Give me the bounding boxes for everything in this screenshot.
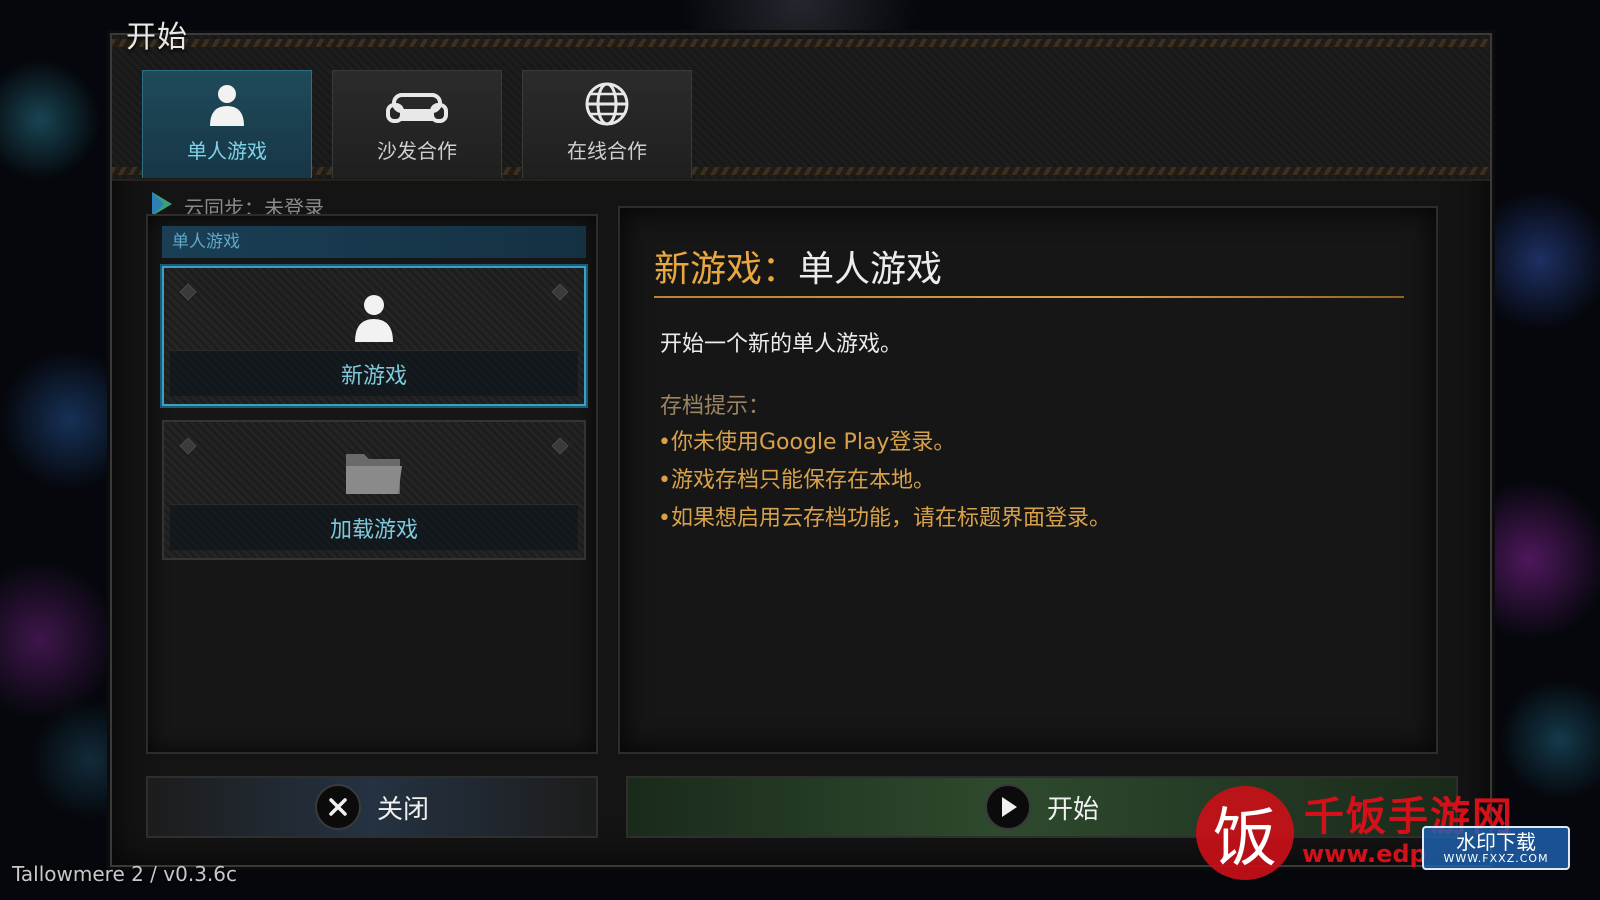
stud-decoration xyxy=(551,283,569,301)
close-icon xyxy=(314,784,361,830)
detail-title-prefix: 新游戏： xyxy=(654,249,799,290)
stud-decoration xyxy=(179,437,197,455)
save-hint-item: •游戏存档只能保存在本地。 xyxy=(658,468,935,493)
new-game-card[interactable]: 新游戏 xyxy=(162,266,586,406)
tab-online-coop[interactable]: 在线合作 xyxy=(522,70,692,178)
card-label-bar: 加载游戏 xyxy=(170,504,578,550)
rope-border-top xyxy=(112,39,1490,47)
close-button-label: 关闭 xyxy=(376,794,429,825)
rope-border-mid xyxy=(112,167,1490,175)
game-mode-list: 单人游戏 新游戏 加载游戏 xyxy=(146,214,598,754)
tab-bar-background xyxy=(112,35,1490,181)
folder-icon xyxy=(344,444,404,500)
person-icon xyxy=(207,83,247,127)
person-icon xyxy=(352,290,396,346)
sofa-icon xyxy=(386,91,448,127)
new-game-label: 新游戏 xyxy=(340,363,407,389)
stud-decoration xyxy=(179,283,197,301)
tab-couch-coop[interactable]: 沙发合作 xyxy=(332,70,502,178)
save-hint-list: •你未使用Google Play登录。 •游戏存档只能保存在本地。 •如果想启用… xyxy=(658,424,1111,538)
list-header: 单人游戏 xyxy=(162,226,586,258)
detail-panel: 新游戏：单人游戏 开始一个新的单人游戏。 存档提示： •你未使用Google P… xyxy=(618,206,1438,754)
window-title: 开始 xyxy=(126,20,188,55)
globe-icon xyxy=(584,81,630,127)
start-button-label: 开始 xyxy=(1046,794,1099,825)
load-game-label: 加载游戏 xyxy=(329,517,418,543)
start-button[interactable]: 开始 xyxy=(626,776,1458,838)
load-game-card[interactable]: 加载游戏 xyxy=(162,420,586,560)
tab-label: 在线合作 xyxy=(567,139,647,163)
tab-label: 沙发合作 xyxy=(377,139,457,163)
save-hint-header: 存档提示： xyxy=(660,394,771,419)
detail-title-mode: 单人游戏 xyxy=(798,249,943,290)
save-hint-item: •如果想启用云存档功能，请在标题界面登录。 xyxy=(658,506,1111,531)
play-icon xyxy=(984,784,1031,830)
stud-decoration xyxy=(551,437,569,455)
tab-label: 单人游戏 xyxy=(187,139,267,163)
version-label: Tallowmere 2 / v0.3.6c xyxy=(12,862,237,886)
save-hint-item: •你未使用Google Play登录。 xyxy=(658,430,956,455)
card-label-bar: 新游戏 xyxy=(170,350,578,396)
detail-description: 开始一个新的单人游戏。 xyxy=(660,332,903,357)
tab-single-player[interactable]: 单人游戏 xyxy=(142,70,312,178)
detail-title: 新游戏：单人游戏 xyxy=(654,240,942,292)
title-divider xyxy=(654,296,1404,298)
close-button[interactable]: 关闭 xyxy=(146,776,598,838)
